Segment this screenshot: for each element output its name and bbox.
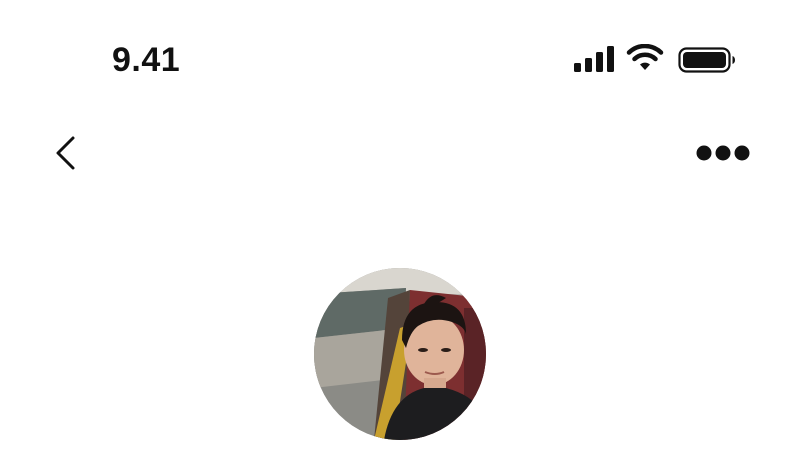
status-time: 9.41 [112,41,181,79]
back-button[interactable] [44,130,88,176]
cellular-signal-icon [574,46,614,72]
ellipsis-horizontal-icon [696,145,750,161]
chevron-left-icon [56,136,75,170]
status-bar: 9.41 [0,0,800,110]
battery-full-icon [678,47,735,73]
profile-photo [314,268,486,440]
profile-screen: 9.41 [0,0,800,450]
wifi-icon [626,44,664,70]
profile-avatar[interactable] [314,268,486,440]
more-options-button[interactable] [690,136,756,170]
